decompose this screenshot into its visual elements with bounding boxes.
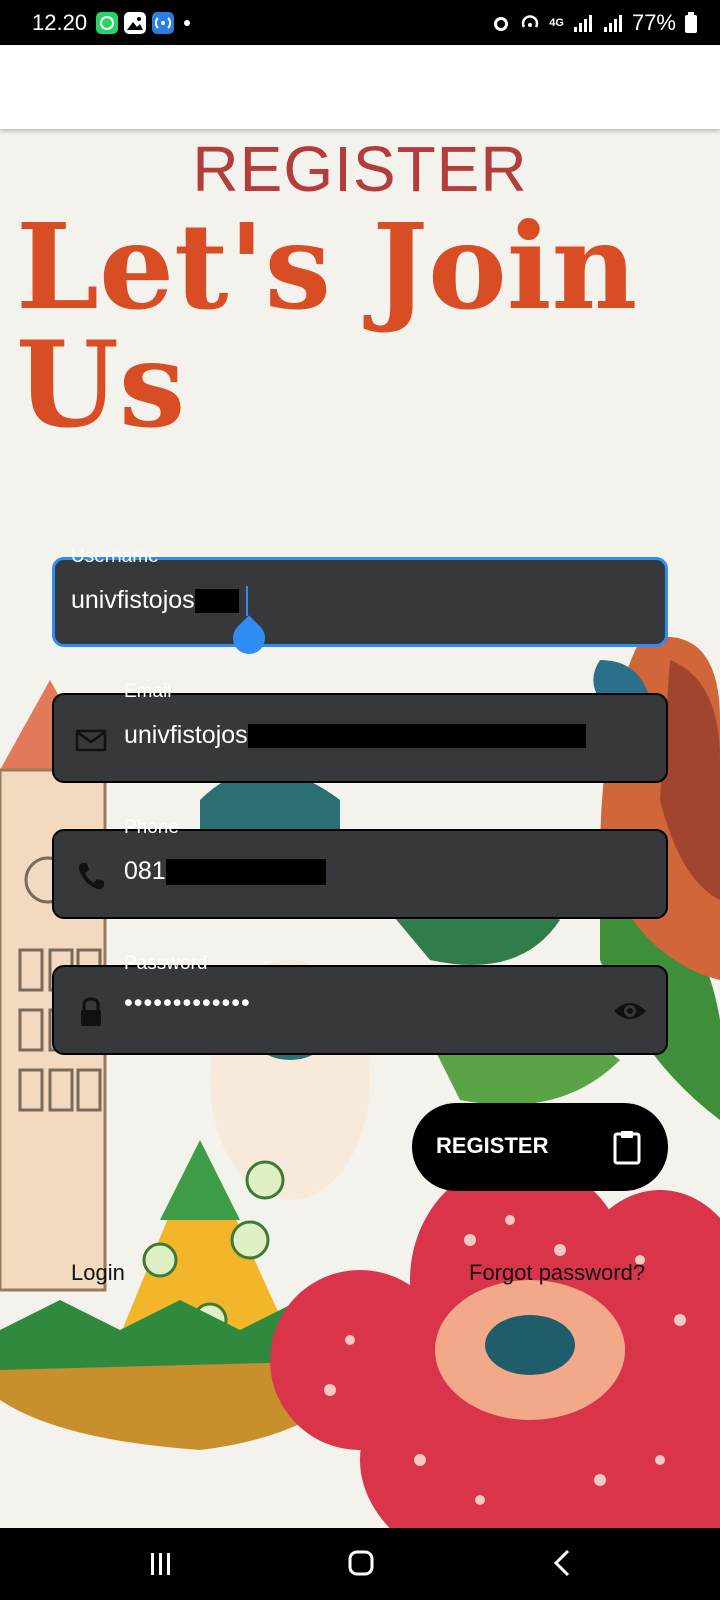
hotspot-signal-icon [522,15,539,28]
password-value[interactable]: ••••••••••••• [124,989,251,1018]
hero-line-1: Let's Join [16,197,638,336]
signal-icon [573,15,592,32]
clipboard-icon [613,1131,641,1165]
redaction [194,589,239,614]
username-label: Username [71,546,159,567]
gallery-icon [124,12,146,34]
whatsapp-icon [96,12,118,34]
back-icon[interactable] [552,1548,572,1578]
home-icon[interactable] [346,1548,376,1578]
hero-line-2: Us [16,315,186,454]
email-label: Email [124,681,172,702]
email-value[interactable]: univfistojos [124,721,586,750]
status-time: 12.20 [32,10,88,35]
redaction [247,724,586,749]
alarm-icon [494,17,509,31]
username-value[interactable]: univfistojos [71,586,239,615]
recent-apps-icon[interactable] [148,1550,174,1578]
signal-icon [603,15,622,32]
navigation-bar [0,1528,720,1600]
eye-icon[interactable] [612,997,648,1025]
email-icon [75,729,107,752]
login-link[interactable]: Login [71,1260,125,1286]
page-title: REGISTER [192,133,528,205]
lock-icon [81,997,101,1026]
text-caret [246,586,248,616]
hero-heading: Let's Join Us [16,208,696,444]
password-label: Password [124,953,208,974]
register-button-label: REGISTER [436,1133,549,1158]
register-button[interactable]: REGISTER [412,1103,668,1191]
redaction [165,859,326,886]
network-type: 4G [549,17,564,29]
forgot-password-link[interactable]: Forgot password? [469,1260,645,1286]
battery-icon [685,12,697,33]
app-bar [0,45,720,129]
dot-icon [184,20,190,26]
phone-icon [78,863,104,890]
password-field[interactable]: Password ••••••••••••• [52,953,668,1055]
email-field[interactable]: Email univfistojos [52,681,668,783]
username-field[interactable]: Username univfistojos [52,546,668,647]
battery-percent: 77% [631,10,676,35]
phone-label: Phone [124,817,179,838]
phone-field[interactable]: Phone 081 [52,817,668,919]
phone-value[interactable]: 081 [124,857,326,886]
hotspot-icon [152,12,174,34]
status-bar: 12.20 4G 77% [0,0,720,45]
